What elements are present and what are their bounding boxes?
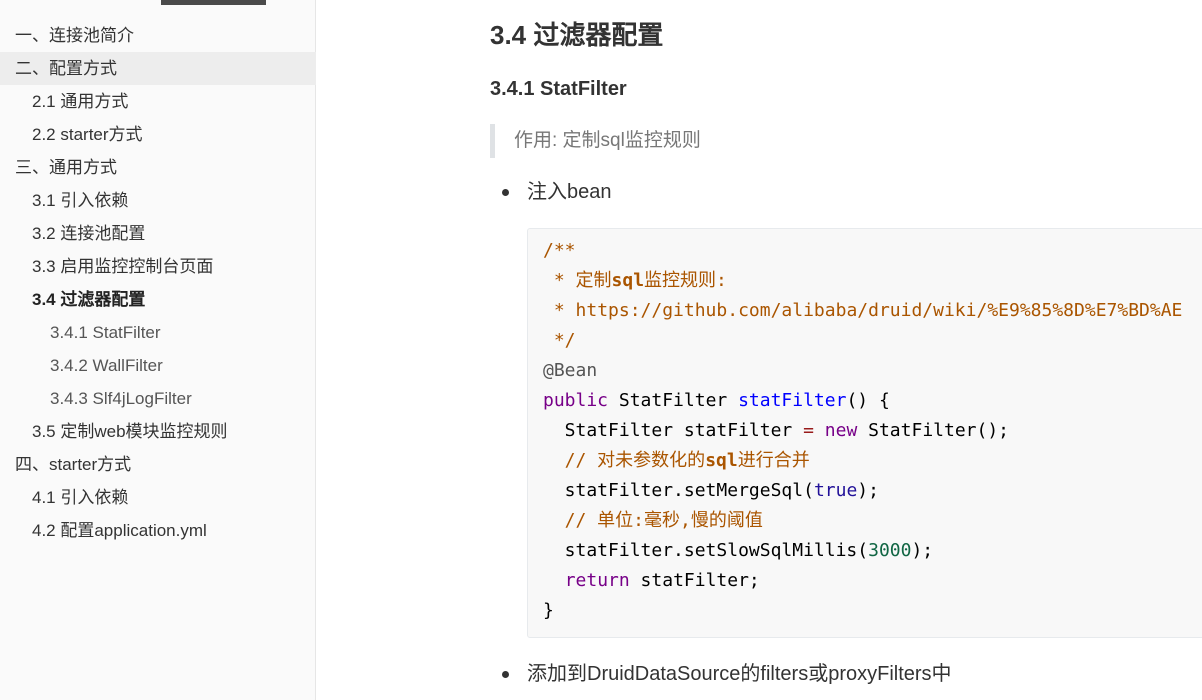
code-line: return statFilter; <box>543 566 1182 596</box>
code-line: } <box>543 596 1182 626</box>
code-line: /** <box>543 236 1182 266</box>
code-line: statFilter.setSlowSqlMillis(3000); <box>543 536 1182 566</box>
code-token: // 单位:毫秒,慢的阈值 <box>543 510 763 531</box>
code-token: StatFilter <box>608 390 739 411</box>
blockquote: 作用: 定制sql监控规则 <box>490 124 701 158</box>
code-token: } <box>543 600 554 621</box>
toc-item[interactable]: 三、通用方式 <box>0 151 316 184</box>
code-line: */ <box>543 326 1182 356</box>
code-token: return <box>564 570 630 591</box>
code-line: // 对未参数化的sql进行合并 <box>543 446 1182 476</box>
section-title: 3.4 过滤器配置 <box>490 20 664 50</box>
bullet-dot-icon <box>502 671 509 678</box>
sidebar-scrollbar[interactable] <box>161 0 266 5</box>
code-token: * <box>543 300 576 321</box>
code-token: @Bean <box>543 360 598 381</box>
code-token: 监控规则: <box>644 270 727 291</box>
sidebar-toc: 一、连接池简介 二、配置方式 2.1 通用方式 2.2 starter方式 三、通用方式… <box>0 0 316 700</box>
toc-item[interactable]: 3.5 定制web模块监控规则 <box>0 415 316 448</box>
toc-item[interactable]: 3.4.1 StatFilter <box>0 316 316 349</box>
toc-item[interactable]: 3.4.3 Slf4jLogFilter <box>0 382 316 415</box>
list-item-text: 注入bean <box>527 181 612 203</box>
code-line: statFilter.setMergeSql(true); <box>543 476 1182 506</box>
code-token: ); <box>911 540 934 561</box>
code-token: /** <box>543 240 576 261</box>
toc-item[interactable]: 4.2 配置application.yml <box>0 514 316 547</box>
toc-item[interactable]: 2.1 通用方式 <box>0 85 316 118</box>
code-line: public StatFilter statFilter() { <box>543 386 1182 416</box>
code-token: // 对未参数化的 <box>543 450 706 471</box>
code-token: */ <box>543 330 576 351</box>
code-token: sql <box>705 450 738 471</box>
toc-item[interactable]: 3.1 引入依赖 <box>0 184 316 217</box>
code-line: @Bean <box>543 356 1182 386</box>
toc-item[interactable]: 3.2 连接池配置 <box>0 217 316 250</box>
code-token: sql <box>611 270 645 291</box>
toc-item[interactable]: 3.4 过滤器配置 <box>0 283 316 316</box>
code-token: () { <box>846 390 890 411</box>
toc-item[interactable]: 4.1 引入依赖 <box>0 481 316 514</box>
toc-item[interactable]: 2.2 starter方式 <box>0 118 316 151</box>
code-token: statFilter <box>738 390 847 411</box>
code-line: // 单位:毫秒,慢的阈值 <box>543 506 1182 536</box>
code-token: ); <box>857 480 879 501</box>
code-token: = <box>803 420 814 441</box>
code-content: /** * 定制sql监控规则: * https://github.com/al… <box>543 236 1182 626</box>
list-item-text: 添加到DruidDataSource的filters或proxyFilters中 <box>527 663 952 685</box>
code-line: * https://github.com/alibaba/druid/wiki/… <box>543 296 1183 326</box>
bullet-dot-icon <box>502 189 509 196</box>
code-token: new <box>824 420 858 441</box>
sub-title: 3.4.1 StatFilter <box>490 78 627 100</box>
toc-item[interactable]: 四、starter方式 <box>0 448 316 481</box>
code-token: StatFilter(); <box>857 420 1010 441</box>
code-token: statFilter.setSlowSqlMillis( <box>543 540 869 561</box>
code-token: true <box>813 480 858 501</box>
code-token: https://github.com/alibaba/druid/wiki/%E… <box>575 300 1183 321</box>
code-token: StatFilter statFilter <box>543 420 804 441</box>
blockquote-text: 作用: 定制sql监控规则 <box>514 130 701 151</box>
toc-item[interactable]: 3.4.2 WallFilter <box>0 349 316 382</box>
main-content: 3.4 过滤器配置 3.4.1 StatFilter 作用: 定制sql监控规则… <box>317 0 1202 700</box>
toc-item[interactable]: 一、连接池简介 <box>0 19 316 52</box>
code-token: 进行合并 <box>737 450 810 471</box>
code-line: * 定制sql监控规则: <box>543 266 1182 296</box>
toc-item[interactable]: 二、配置方式 <box>0 52 316 85</box>
code-token: statFilter; <box>629 570 760 591</box>
code-token: public <box>543 390 609 411</box>
toc-list: 一、连接池简介 二、配置方式 2.1 通用方式 2.2 starter方式 三、通用方式… <box>0 19 316 547</box>
code-token: * 定制 <box>543 270 612 291</box>
code-token: statFilter.setMergeSql( <box>543 480 814 501</box>
code-token: 3000 <box>868 540 912 561</box>
toc-item[interactable]: 3.3 启用监控控制台页面 <box>0 250 316 283</box>
code-line: StatFilter statFilter = new StatFilter()… <box>543 416 1182 446</box>
code-block[interactable]: /** * 定制sql监控规则: * https://github.com/al… <box>527 228 1202 638</box>
